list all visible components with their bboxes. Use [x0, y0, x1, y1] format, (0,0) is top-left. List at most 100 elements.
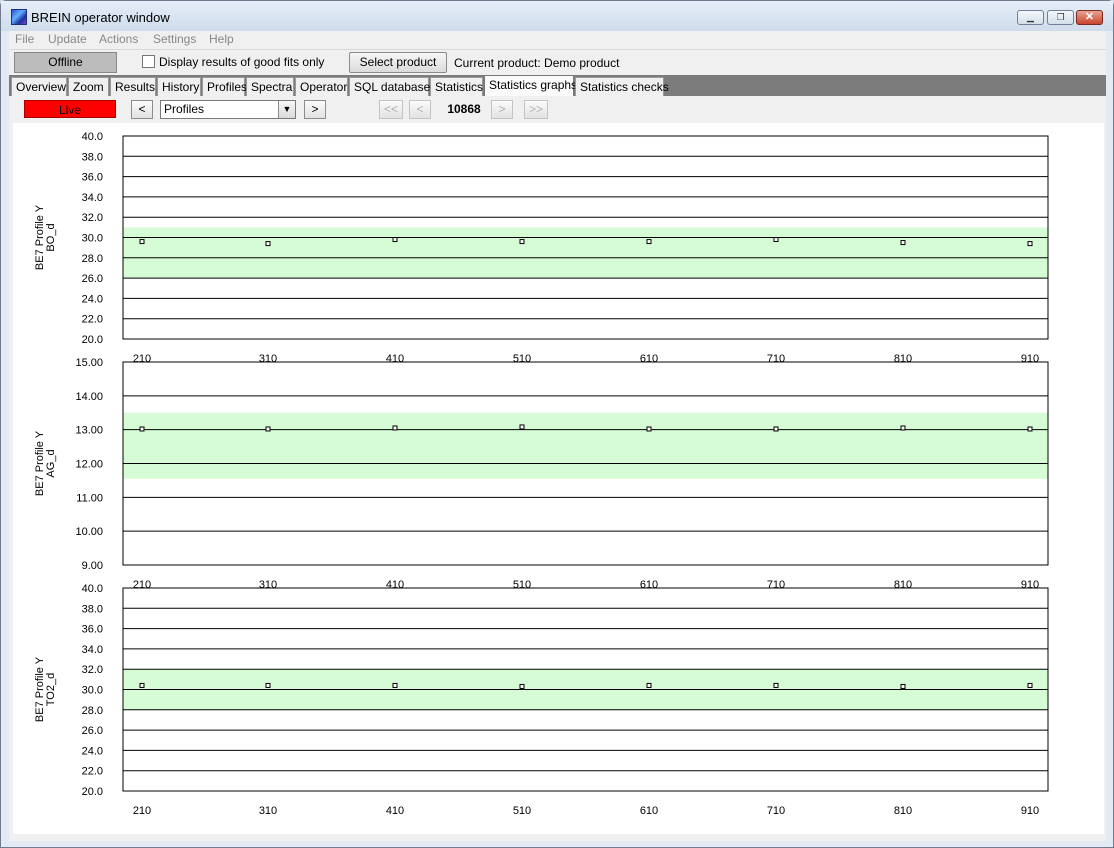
tab-sql-database[interactable]: SQL database	[349, 77, 430, 96]
data-point	[139, 426, 145, 432]
data-point	[139, 682, 145, 688]
data-point	[773, 237, 779, 243]
good-fits-checkbox[interactable]	[142, 55, 155, 68]
chart-2: 15.0014.0013.0012.0011.0010.009.00210 310…	[34, 357, 1049, 591]
y-axis-label: BE7 Profile YAG_d	[34, 430, 57, 496]
minimize-button[interactable]: ▁	[1017, 10, 1044, 25]
data-point	[900, 683, 906, 689]
menu-help[interactable]: Help	[209, 32, 234, 46]
next-graph-button[interactable]: >	[304, 100, 326, 119]
tab-overview[interactable]: Overview	[11, 77, 67, 96]
y-axis-label: BE7 Profile YBO_d	[34, 204, 57, 270]
graph-type-dropdown[interactable]: Profiles ▼	[160, 100, 296, 119]
good-fits-label[interactable]: Display results of good fits only	[159, 55, 324, 69]
offline-button[interactable]: Offline	[14, 52, 117, 73]
title-bar[interactable]: BREIN operator window ▁ ❐ ✕	[1, 1, 1113, 31]
data-point	[646, 426, 652, 432]
app-window: BREIN operator window ▁ ❐ ✕ File Update …	[0, 0, 1114, 848]
y-axis-label-line: BO_d	[45, 223, 57, 251]
y-tick-label: 24.0	[82, 293, 103, 305]
statistics-graphs-panel: 40.0 38.0 36.0 34.0 32.0 30.0 28.0 26.0 24.0 22.0…	[13, 123, 1104, 834]
data-point	[646, 239, 652, 245]
menu-actions[interactable]: Actions	[99, 32, 138, 46]
y-tick-label: 32.0	[82, 212, 103, 224]
chart-3: 40.0 38.0 36.0 34.0 32.0 30.0 28.0 26.0 24.0 22.0…	[34, 583, 1049, 817]
data-point	[900, 240, 906, 246]
y-tick-label: 40.0	[82, 131, 103, 143]
x-tick-label: 910	[1021, 805, 1039, 817]
data-point	[519, 424, 525, 430]
data-point	[392, 682, 398, 688]
tab-statistics[interactable]: Statistics	[430, 77, 483, 96]
dropdown-arrow-icon[interactable]: ▼	[278, 101, 295, 118]
tolerance-band	[123, 412, 1048, 479]
current-product-label: Current product: Demo product	[454, 56, 620, 70]
data-point	[646, 682, 652, 688]
tab-spectra[interactable]: Spectra	[246, 77, 294, 96]
y-axis-label: BE7 Profile YTO2_d	[34, 656, 57, 722]
tab-statistics-graphs[interactable]: Statistics graphs	[484, 75, 577, 96]
last-record-button[interactable]: >>	[524, 100, 548, 119]
data-point	[265, 241, 271, 247]
tab-profiles[interactable]: Profiles	[202, 77, 247, 96]
y-tick-label: 14.00	[75, 391, 103, 403]
previous-record-button[interactable]: <	[409, 100, 431, 119]
menu-bar: File Update Actions Settings Help	[9, 31, 1106, 49]
y-tick-label: 9.00	[82, 560, 103, 572]
y-tick-label: 24.0	[82, 745, 103, 757]
tab-bar: Overview Zoom Results History Profiles S…	[9, 75, 1106, 96]
y-tick-label: 26.0	[82, 725, 103, 737]
tab-operator[interactable]: Operator	[295, 77, 348, 96]
y-tick-label: 12.00	[75, 459, 103, 471]
menu-file[interactable]: File	[15, 32, 34, 46]
data-point	[1027, 241, 1033, 247]
y-tick-label: 26.0	[82, 273, 103, 285]
tab-results[interactable]: Results	[110, 77, 156, 96]
y-tick-label: 10.00	[75, 526, 103, 538]
y-tick-label: 28.0	[82, 253, 103, 265]
tab-statistics-checks[interactable]: Statistics checks	[575, 77, 669, 96]
data-point	[773, 682, 779, 688]
x-tick-label: 810	[894, 805, 912, 817]
y-axis-label-line: TO2_d	[45, 673, 57, 706]
x-tick-label: 510	[513, 805, 531, 817]
x-tick-label: 610	[640, 805, 658, 817]
data-point	[1027, 682, 1033, 688]
x-tick-label: 210	[133, 805, 151, 817]
menu-update[interactable]: Update	[48, 32, 87, 46]
window-title: BREIN operator window	[31, 10, 170, 25]
data-point	[265, 682, 271, 688]
app-icon	[11, 9, 27, 25]
y-tick-label: 40.0	[82, 583, 103, 595]
data-point	[392, 237, 398, 243]
y-tick-label: 36.0	[82, 624, 103, 636]
prev-graph-button[interactable]: <	[131, 100, 153, 119]
live-indicator[interactable]: Live	[24, 100, 116, 118]
y-tick-label: 38.0	[82, 603, 103, 615]
y-tick-label: 30.0	[82, 685, 103, 697]
graph-type-value: Profiles	[164, 102, 205, 116]
y-tick-label: 34.0	[82, 192, 103, 204]
y-tick-label: 30.0	[82, 233, 103, 245]
y-tick-label: 22.0	[82, 314, 103, 326]
x-tick-label: 410	[386, 805, 404, 817]
x-tick-label: 310	[259, 805, 277, 817]
first-record-button[interactable]: <<	[379, 100, 403, 119]
maximize-button[interactable]: ❐	[1047, 10, 1074, 25]
menu-settings[interactable]: Settings	[153, 32, 196, 46]
charts-canvas: 40.0 38.0 36.0 34.0 32.0 30.0 28.0 26.0 24.0 22.0…	[34, 131, 1049, 817]
record-number: 10868	[447, 102, 481, 116]
x-tick-label: 710	[767, 805, 785, 817]
tab-zoom[interactable]: Zoom	[68, 77, 109, 96]
data-point	[773, 426, 779, 432]
close-button[interactable]: ✕	[1076, 10, 1103, 25]
data-point	[900, 425, 906, 431]
data-point	[265, 426, 271, 432]
y-tick-label: 32.0	[82, 664, 103, 676]
y-tick-label: 38.0	[82, 151, 103, 163]
y-tick-label: 20.0	[82, 334, 103, 346]
next-record-button[interactable]: >	[491, 100, 513, 119]
tab-history[interactable]: History	[157, 77, 201, 96]
select-product-button[interactable]: Select product	[349, 52, 447, 73]
y-tick-label: 36.0	[82, 172, 103, 184]
